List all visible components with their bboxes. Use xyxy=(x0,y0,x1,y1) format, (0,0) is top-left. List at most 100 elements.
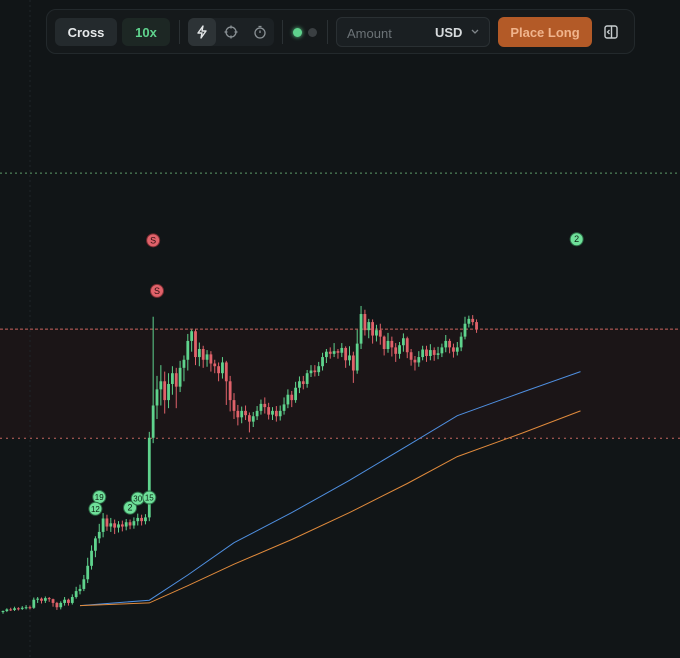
sell-marker[interactable]: S xyxy=(150,283,164,298)
candle-body xyxy=(386,340,390,349)
candle-body xyxy=(255,410,259,417)
price-chart[interactable]: SS21912 230 15 xyxy=(0,0,680,658)
marker-label: S xyxy=(154,286,160,296)
candle-body xyxy=(236,410,240,418)
buy-marker[interactable]: 30 xyxy=(130,491,145,506)
candle-body xyxy=(421,349,425,358)
leverage-button[interactable]: 10x xyxy=(122,18,170,46)
margin-mode-button[interactable]: Cross xyxy=(55,18,117,46)
candle-body xyxy=(82,579,86,589)
candle-body xyxy=(332,351,336,354)
candle-body xyxy=(251,416,255,422)
candle-body xyxy=(305,373,309,384)
candle-body xyxy=(28,607,32,609)
amount-input[interactable] xyxy=(345,23,429,43)
candle-body xyxy=(36,598,40,600)
candle-body xyxy=(163,381,167,401)
candle-body xyxy=(86,565,90,580)
candle-body xyxy=(94,538,97,551)
sidebar-panel-icon[interactable] xyxy=(602,23,620,41)
candle-body xyxy=(440,347,444,354)
candle-body xyxy=(167,383,170,401)
candle-body xyxy=(159,381,163,390)
inactive-status-dot xyxy=(308,28,317,37)
candle-body xyxy=(448,340,451,348)
candle-body xyxy=(402,338,405,346)
candle-body xyxy=(271,410,274,415)
candle-body xyxy=(432,350,436,355)
candle-body xyxy=(217,366,220,374)
candle-body xyxy=(132,521,136,526)
candle-body xyxy=(298,381,301,388)
candle-body xyxy=(355,343,359,371)
marker-label: 2 xyxy=(574,234,579,244)
candle-body xyxy=(32,599,36,608)
candle-body xyxy=(213,363,217,367)
candle-body xyxy=(9,609,13,611)
candle-body xyxy=(463,323,467,337)
candle-body xyxy=(452,347,455,352)
candle-body xyxy=(147,437,151,518)
candle-body xyxy=(128,522,132,526)
candle-body xyxy=(190,331,194,341)
candle-body xyxy=(290,394,294,401)
candle-body xyxy=(459,336,463,348)
divider xyxy=(282,20,283,44)
candle-body xyxy=(394,347,398,354)
candle-body xyxy=(101,518,105,532)
candle-body xyxy=(340,347,344,353)
marker-label: 2 xyxy=(128,503,133,513)
lightning-icon[interactable] xyxy=(188,18,216,46)
candle-body xyxy=(409,352,413,360)
candle-body xyxy=(47,598,51,600)
chevron-down-icon[interactable] xyxy=(470,25,480,39)
candle-body xyxy=(67,599,70,603)
candle-body xyxy=(325,351,328,358)
buy-marker[interactable]: 12 xyxy=(88,501,103,516)
candle-body xyxy=(232,400,236,411)
buy-marker[interactable]: 2 xyxy=(569,232,584,247)
place-long-button[interactable]: Place Long xyxy=(498,17,592,47)
candle-body xyxy=(444,340,448,348)
buy-marker[interactable]: 15 xyxy=(142,490,157,505)
candle-body xyxy=(405,338,409,353)
buy-marker[interactable]: 19 xyxy=(92,489,107,504)
candle-body xyxy=(344,347,348,361)
candle-body xyxy=(428,350,432,356)
candle-body xyxy=(282,404,286,411)
candle-body xyxy=(425,349,428,356)
candle-body xyxy=(359,314,363,344)
candle-body xyxy=(475,322,478,330)
amount-field[interactable]: USD xyxy=(336,17,490,47)
candle-body xyxy=(382,336,386,349)
candle-body xyxy=(197,349,201,358)
divider xyxy=(179,20,180,44)
candle-body xyxy=(244,410,247,416)
candle-body xyxy=(278,410,282,417)
candle-body xyxy=(328,351,332,354)
timer-icon[interactable] xyxy=(246,18,274,46)
candle-body xyxy=(313,370,317,373)
candle-body xyxy=(171,373,174,384)
candle-body xyxy=(13,608,16,610)
candle-body xyxy=(209,354,213,364)
marker-label: 19 xyxy=(95,493,104,502)
candle-body xyxy=(417,357,421,363)
marker-label: 15 xyxy=(145,493,154,502)
currency-select[interactable]: USD xyxy=(435,25,462,40)
crosshair-icon[interactable] xyxy=(217,18,245,46)
marker-label: S xyxy=(150,235,156,245)
candle[interactable] xyxy=(147,431,151,522)
candle-body xyxy=(363,314,367,331)
sell-marker[interactable]: S xyxy=(146,233,161,248)
candle-body xyxy=(43,598,47,601)
trade-toolbar: Cross 10x USD Place Long xyxy=(46,9,635,54)
candle-body xyxy=(55,602,59,608)
candle-body xyxy=(120,524,124,527)
candle-body xyxy=(471,318,475,323)
candle-body xyxy=(109,523,113,527)
candle-body xyxy=(140,517,143,522)
candle-body xyxy=(390,340,394,348)
candle-body xyxy=(398,345,401,354)
candle-body xyxy=(113,523,117,528)
